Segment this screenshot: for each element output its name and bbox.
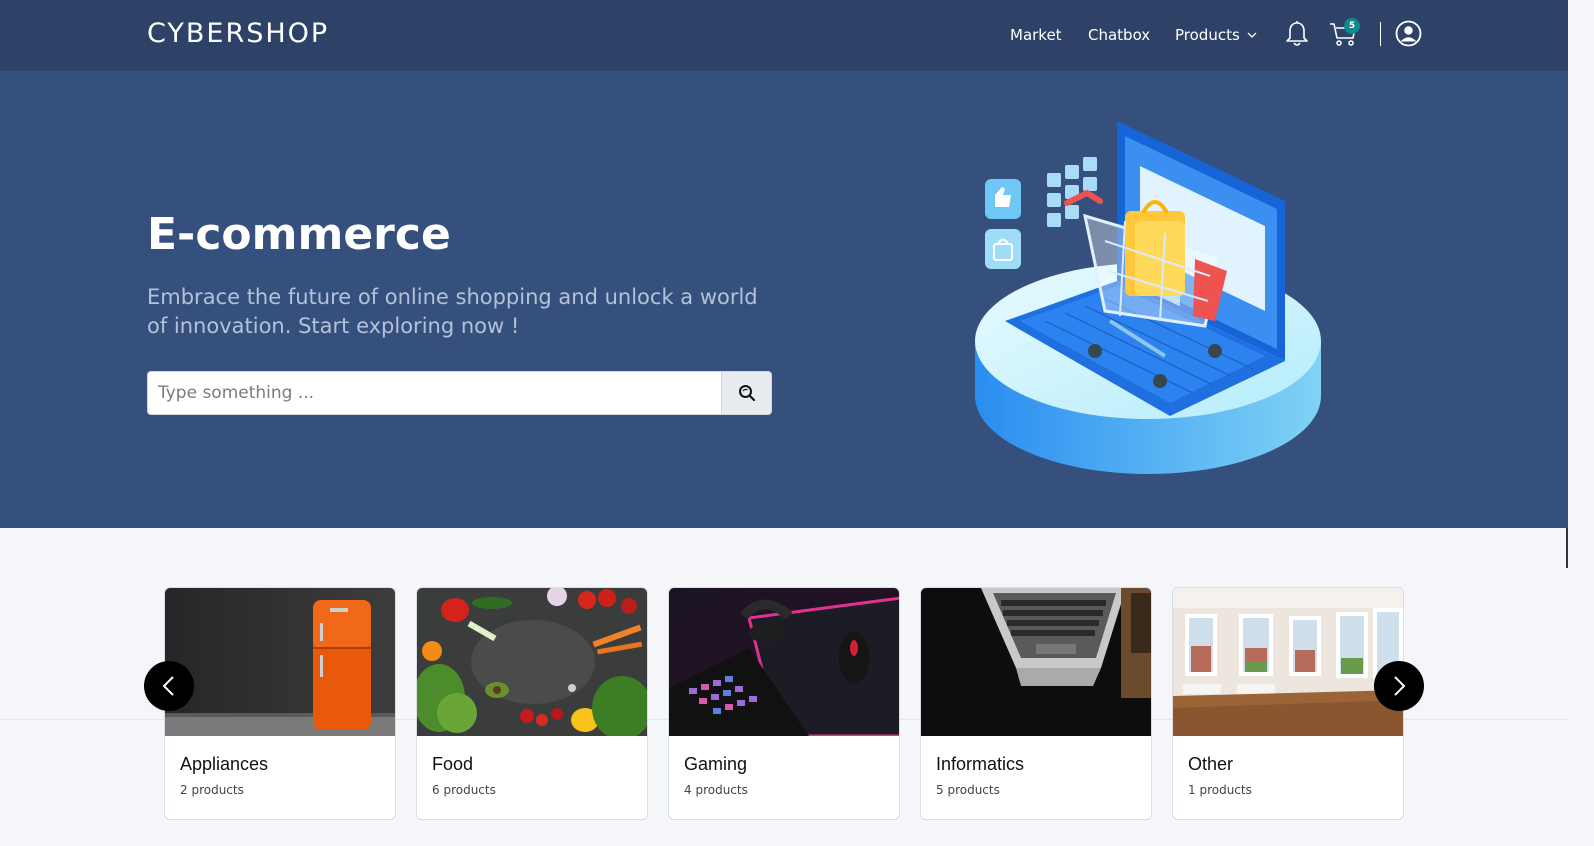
category-count: 4 products — [684, 783, 748, 797]
category-card-appliances[interactable]: Appliances 2 products — [164, 587, 396, 820]
carousel-prev-button[interactable] — [144, 661, 194, 711]
category-image-gaming — [669, 588, 899, 736]
category-image-food — [417, 588, 647, 736]
category-image-appliances — [165, 588, 395, 736]
shopping-cart-laptop-illustration — [975, 121, 1321, 474]
brand-logo[interactable]: CYBERSHOP — [147, 18, 329, 49]
nav-products-label: Products — [1175, 26, 1240, 44]
category-name: Appliances — [180, 754, 269, 774]
cart-count-badge: 5 — [1344, 18, 1360, 34]
category-count: 6 products — [432, 783, 496, 797]
hero-section: E-commerce Embrace the future of online … — [0, 71, 1568, 528]
search-input[interactable] — [148, 372, 723, 414]
category-card-gaming[interactable]: Gaming 4 products — [668, 587, 900, 820]
hero-title: E-commerce — [147, 209, 451, 260]
bell-icon[interactable] — [1284, 20, 1310, 48]
nav-divider — [1380, 22, 1381, 46]
category-count: 2 products — [180, 783, 244, 797]
category-card-other[interactable]: Other 1 products — [1172, 587, 1404, 820]
nav-link-market[interactable]: Market — [1010, 26, 1062, 44]
search-button[interactable] — [721, 372, 771, 414]
category-image-informatics — [921, 588, 1151, 736]
category-count: 5 products — [936, 783, 1000, 797]
scrollbar-thumb[interactable] — [1566, 528, 1568, 568]
search-bar — [147, 371, 772, 415]
category-name: Other — [1188, 754, 1234, 774]
category-card-food[interactable]: Food 6 products — [416, 587, 648, 820]
category-name: Gaming — [684, 754, 748, 774]
category-count: 1 products — [1188, 783, 1252, 797]
carousel-next-button[interactable] — [1374, 661, 1424, 711]
categories-section: Appliances 2 products Food 6 products Ga… — [0, 528, 1568, 846]
user-circle-icon[interactable] — [1395, 20, 1422, 47]
search-icon — [738, 385, 755, 402]
category-image-other — [1173, 588, 1403, 736]
navbar: CYBERSHOP Market Chatbox Products 5 — [0, 0, 1568, 71]
chevron-right-icon — [1394, 676, 1406, 696]
nav-dropdown-products[interactable]: Products — [1175, 26, 1258, 44]
hero-subtitle: Embrace the future of online shopping an… — [147, 285, 758, 338]
nav-link-chatbox[interactable]: Chatbox — [1088, 26, 1150, 44]
chevron-left-icon — [162, 676, 174, 696]
category-card-informatics[interactable]: Informatics 5 products — [920, 587, 1152, 820]
chevron-down-icon — [1247, 32, 1257, 38]
category-name: Informatics — [936, 754, 1025, 774]
category-name: Food — [432, 754, 474, 774]
